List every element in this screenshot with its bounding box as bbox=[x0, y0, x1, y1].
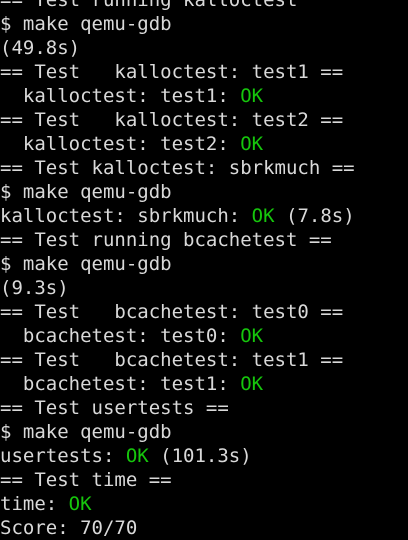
terminal-text: $ make qemu-gdb bbox=[0, 181, 172, 203]
terminal-line: kalloctest: test2: OK bbox=[0, 132, 408, 156]
terminal-line: time: OK bbox=[0, 492, 408, 516]
terminal-line: == Test kalloctest: test1 == bbox=[0, 60, 408, 84]
terminal-line: bcachetest: test0: OK bbox=[0, 324, 408, 348]
terminal-line: == Test usertests == bbox=[0, 396, 408, 420]
terminal-text: $ make qemu-gdb bbox=[0, 13, 172, 35]
terminal-line: == Test time == bbox=[0, 468, 408, 492]
terminal-line: (9.3s) bbox=[0, 276, 408, 300]
ok-status: OK bbox=[68, 493, 92, 515]
terminal-text: == Test kalloctest: test2 == bbox=[0, 109, 344, 131]
terminal-text: Score: 70/70 bbox=[0, 517, 138, 539]
terminal-text: usertests: bbox=[0, 445, 126, 467]
terminal-text: bcachetest: test0: bbox=[0, 325, 241, 347]
terminal-text: == Test bcachetest: test0 == bbox=[0, 301, 344, 323]
terminal-text: kalloctest: test2: bbox=[0, 133, 241, 155]
terminal-text: (9.3s) bbox=[0, 277, 69, 299]
terminal-text: == Test kalloctest: sbrkmuch == bbox=[0, 157, 355, 179]
terminal-text: (7.8s) bbox=[274, 205, 355, 227]
terminal-text: == Test usertests == bbox=[0, 397, 229, 419]
terminal-line: == Test running bcachetest == bbox=[0, 228, 408, 252]
terminal-text: == Test running bcachetest == bbox=[0, 229, 332, 251]
terminal-text: (101.3s) bbox=[148, 445, 252, 467]
terminal-text: == Test bcachetest: test1 == bbox=[0, 349, 344, 371]
terminal-line: == Test bcachetest: test0 == bbox=[0, 300, 408, 324]
terminal-text: == Test running kalloctest bbox=[0, 0, 298, 11]
terminal-line: $ make qemu-gdb bbox=[0, 420, 408, 444]
terminal-line: Score: 70/70 bbox=[0, 516, 408, 540]
terminal-text: time: bbox=[0, 493, 69, 515]
terminal-text: bcachetest: test1: bbox=[0, 373, 241, 395]
terminal-text: == Test kalloctest: test1 == bbox=[0, 61, 344, 83]
terminal-line: (49.8s) bbox=[0, 36, 408, 60]
terminal-output: == Test running kalloctest $ make qemu-gd… bbox=[0, 0, 408, 540]
terminal-line: bcachetest: test1: OK bbox=[0, 372, 408, 396]
terminal-line: == Test bcachetest: test1 == bbox=[0, 348, 408, 372]
terminal-line: $ make qemu-gdb bbox=[0, 12, 408, 36]
terminal-text: kalloctest: sbrkmuch: bbox=[0, 205, 252, 227]
terminal-line: == Test kalloctest: test2 == bbox=[0, 108, 408, 132]
terminal-text: $ make qemu-gdb bbox=[0, 421, 172, 443]
terminal-line: usertests: OK (101.3s) bbox=[0, 444, 408, 468]
terminal-line: kalloctest: sbrkmuch: OK (7.8s) bbox=[0, 204, 408, 228]
terminal-text: $ make qemu-gdb bbox=[0, 253, 172, 275]
terminal-text: kalloctest: test1: bbox=[0, 85, 241, 107]
terminal-text: == Test time == bbox=[0, 469, 172, 491]
ok-status: OK bbox=[240, 85, 264, 107]
terminal-line: == Test running kalloctest bbox=[0, 0, 408, 12]
terminal-line: kalloctest: test1: OK bbox=[0, 84, 408, 108]
ok-status: OK bbox=[240, 373, 264, 395]
terminal-line: $ make qemu-gdb bbox=[0, 180, 408, 204]
terminal-line: == Test kalloctest: sbrkmuch == bbox=[0, 156, 408, 180]
ok-status: OK bbox=[240, 325, 264, 347]
ok-status: OK bbox=[125, 445, 149, 467]
terminal-text: (49.8s) bbox=[0, 37, 81, 59]
ok-status: OK bbox=[251, 205, 275, 227]
terminal-line: $ make qemu-gdb bbox=[0, 252, 408, 276]
ok-status: OK bbox=[240, 133, 264, 155]
